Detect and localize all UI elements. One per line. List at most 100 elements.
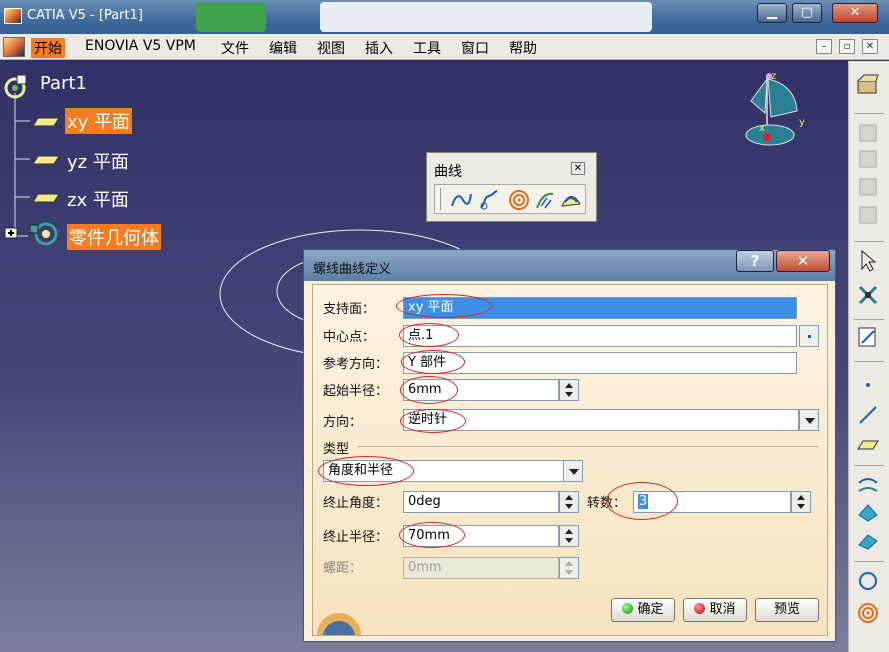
end-radius-spinner[interactable]: [559, 525, 579, 547]
part-icon[interactable]: [3, 73, 33, 101]
tree-item-yz-plane[interactable]: yz 平面: [67, 148, 129, 174]
pitch-label: 螺距：: [323, 561, 363, 576]
center-field[interactable]: 点.1: [403, 325, 797, 347]
revolutions-value: 3: [638, 494, 649, 509]
preview-button[interactable]: 预览: [755, 598, 819, 622]
revolutions-label: 转数：: [587, 496, 627, 511]
maximize-button[interactable]: ▢: [792, 3, 822, 23]
cancel-button[interactable]: 取消: [683, 598, 747, 622]
start-radius-spinner[interactable]: [559, 379, 579, 401]
background-blur: [320, 2, 652, 32]
window-title: CATIA V5 - [Part1]: [27, 8, 143, 23]
center-point-picker-button[interactable]: [799, 325, 819, 347]
start-radius-label: 起始半径：: [323, 384, 389, 399]
support-label: 支持面：: [323, 302, 376, 317]
isoparametric-curve-icon[interactable]: [559, 188, 583, 212]
disabled-tool-icon[interactable]: [856, 147, 880, 171]
workbench-icon[interactable]: [856, 73, 880, 97]
support-field[interactable]: xy 平面: [403, 297, 797, 319]
plane-tool-icon[interactable]: [856, 433, 880, 457]
curve-toolbar-title: 曲线: [434, 164, 462, 180]
ok-button[interactable]: 确定: [611, 598, 675, 622]
plane-icon: [33, 193, 59, 203]
plane-icon: [33, 155, 59, 165]
pitch-spinner: [559, 557, 579, 579]
menu-view[interactable]: 视图: [317, 38, 345, 58]
projection-icon[interactable]: [856, 473, 880, 497]
menu-tools[interactable]: 工具: [413, 38, 441, 58]
spiral-tool-icon[interactable]: [856, 601, 880, 625]
plane-icon: [33, 117, 59, 127]
disabled-tool-icon[interactable]: [856, 175, 880, 199]
tree-item-part-body[interactable]: 零件几何体: [67, 224, 161, 250]
spiral-icon[interactable]: [507, 188, 531, 212]
revolutions-field[interactable]: 3: [633, 491, 791, 513]
dialog-title: 螺线曲线定义: [313, 262, 392, 277]
pitch-field: 0mm: [403, 557, 559, 579]
disabled-tool-icon[interactable]: [856, 121, 880, 145]
menu-file[interactable]: 文件: [221, 38, 249, 58]
center-label: 中心点：: [323, 330, 376, 345]
dialog-help-button[interactable]: ?: [736, 250, 774, 272]
toolbar-grip[interactable]: [438, 188, 441, 210]
compass-axis-x: x: [759, 123, 765, 134]
background-blur: [196, 2, 266, 32]
ok-dot-icon: [622, 603, 634, 614]
dialog-body: 支持面： xy 平面 中心点： 点.1 参考方向： Y 部件 起始半径： 6mm…: [312, 284, 828, 636]
tree-root-part1[interactable]: Part1: [40, 73, 87, 94]
menu-window[interactable]: 窗口: [461, 38, 489, 58]
select-arrow-icon[interactable]: [856, 249, 880, 273]
end-angle-field[interactable]: 0deg: [403, 491, 559, 513]
dialog-title-bar[interactable]: 螺线曲线定义 ? ✕: [304, 250, 835, 281]
line-icon[interactable]: [856, 403, 880, 427]
orientation-select[interactable]: 逆时针: [403, 409, 799, 431]
compass-icon[interactable]: z x y: [737, 67, 817, 157]
doc-close-button[interactable]: ✕: [862, 39, 878, 54]
globe-logo-icon: [317, 613, 361, 635]
spline-icon[interactable]: [449, 188, 473, 212]
menu-help[interactable]: 帮助: [509, 38, 537, 58]
body-icon[interactable]: [4, 219, 64, 249]
ok-button-label: 确定: [637, 602, 664, 617]
compass-axis-z: z: [771, 71, 776, 82]
circle-icon[interactable]: [856, 569, 880, 593]
menu-edit[interactable]: 编辑: [269, 38, 297, 58]
sketcher-icon[interactable]: [856, 325, 880, 349]
type-dropdown-arrow[interactable]: [563, 460, 583, 482]
orientation-dropdown-arrow[interactable]: [799, 409, 819, 431]
minimize-button[interactable]: ▁: [757, 3, 787, 23]
end-angle-spinner[interactable]: [559, 491, 579, 513]
orientation-label-text: 方向：: [323, 415, 363, 430]
snap-icon[interactable]: [856, 283, 880, 307]
menu-enovia[interactable]: ENOVIA V5 VPM: [85, 38, 196, 54]
point-icon: [808, 335, 811, 338]
compass-axis-y: y: [799, 117, 805, 128]
curve-toolbar[interactable]: 曲线 ✕: [426, 152, 597, 222]
tree-item-xy-plane[interactable]: xy 平面: [65, 108, 133, 134]
revolutions-spinner[interactable]: [791, 491, 811, 513]
end-radius-field[interactable]: 70mm: [403, 525, 559, 547]
point-icon[interactable]: [856, 373, 880, 397]
disabled-tool-icon[interactable]: [856, 203, 880, 227]
tree-item-zx-plane[interactable]: zx 平面: [67, 186, 129, 212]
catia-app-icon: [4, 8, 22, 24]
menu-insert[interactable]: 插入: [365, 38, 393, 58]
doc-minimize-button[interactable]: –: [816, 39, 832, 54]
intersection-icon[interactable]: [856, 501, 880, 525]
dialog-close-button[interactable]: ✕: [776, 250, 830, 272]
close-button[interactable]: ✕: [832, 3, 878, 23]
parallel-curve-icon[interactable]: [856, 529, 880, 553]
helix-icon[interactable]: [477, 188, 501, 212]
document-icon[interactable]: [3, 37, 25, 57]
group-divider: [357, 446, 819, 447]
cancel-button-label: 取消: [709, 602, 736, 617]
reference-direction-field[interactable]: Y 部件: [403, 352, 797, 374]
type-select[interactable]: 角度和半径: [323, 460, 573, 482]
start-radius-field[interactable]: 6mm: [403, 379, 559, 401]
doc-restore-button[interactable]: ▫: [839, 39, 855, 54]
menu-bar: 开始 ENOVIA V5 VPM 文件 编辑 视图 插入 工具 窗口 帮助 – …: [0, 34, 889, 60]
menu-start[interactable]: 开始: [31, 38, 65, 58]
spine-icon[interactable]: [533, 188, 557, 212]
right-toolbar: [848, 61, 889, 652]
curve-toolbar-close-icon[interactable]: ✕: [571, 162, 585, 175]
